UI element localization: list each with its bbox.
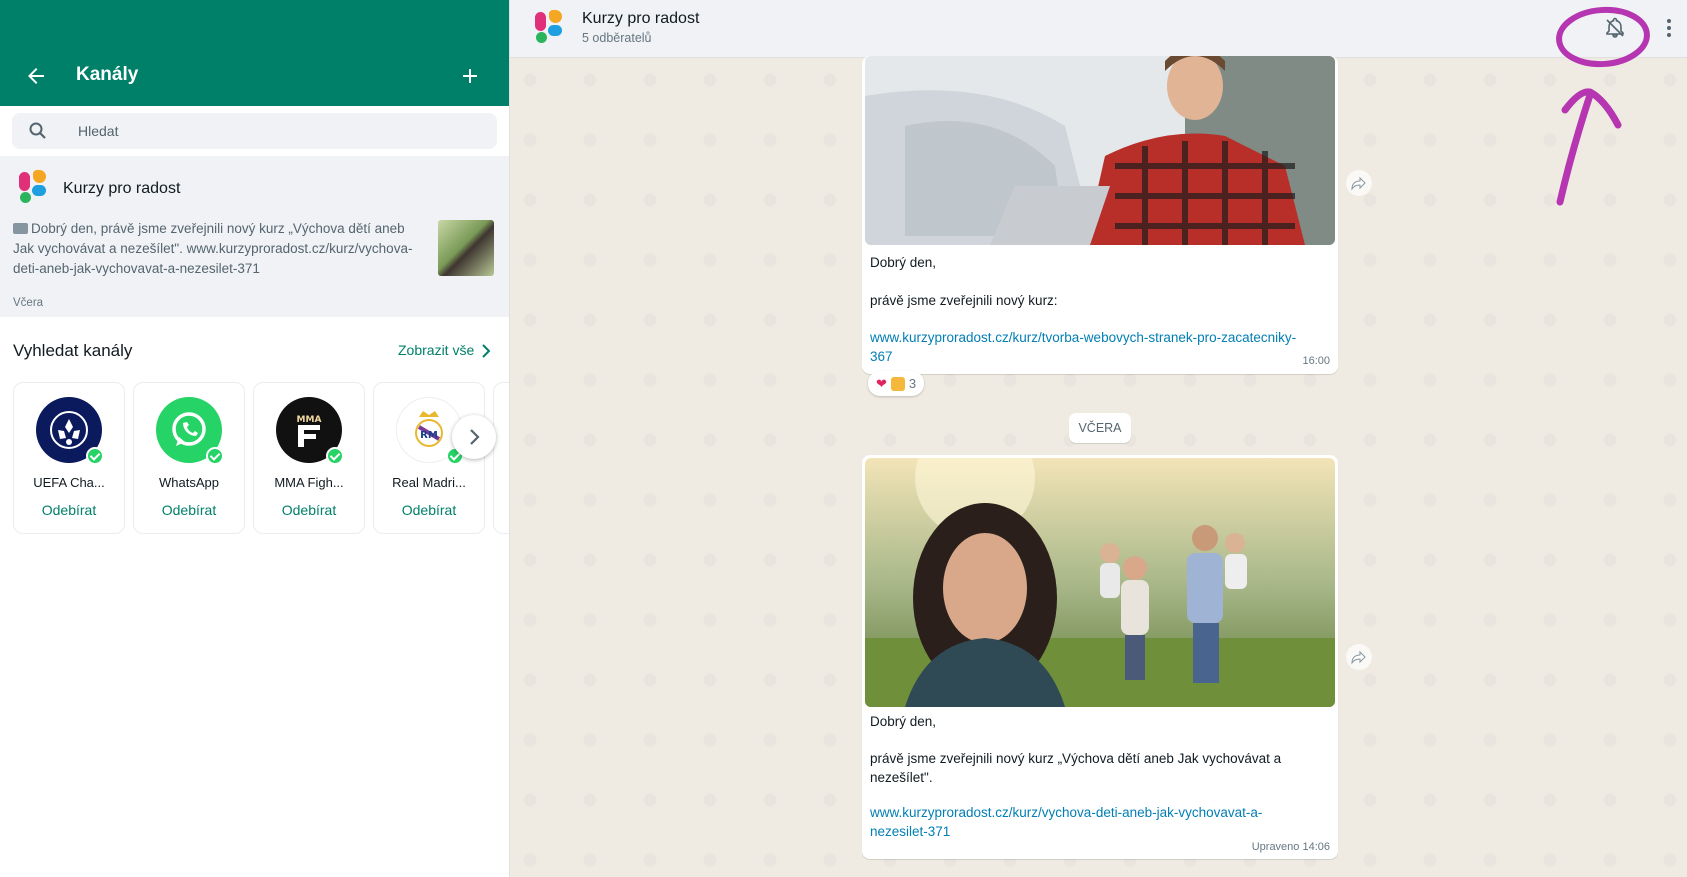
carousel-next-button[interactable] (452, 415, 496, 459)
card-name: Real Madri... (392, 475, 466, 490)
search-box[interactable] (12, 113, 497, 149)
forward-button[interactable] (1346, 170, 1372, 196)
message-text: právě jsme zveřejnili nový kurz: (870, 293, 1058, 308)
see-all-link[interactable]: Zobrazit vše (398, 342, 474, 358)
verified-badge-icon (206, 447, 224, 465)
link-line[interactable]: www.kurzyproradost.cz/kurz/tvorba-webovy… (870, 330, 1296, 345)
search-bar (0, 106, 509, 156)
card-name: MMA Figh... (274, 475, 344, 490)
message-photo[interactable] (865, 458, 1335, 707)
follow-button[interactable]: Odebírat (374, 502, 484, 518)
forward-icon (1351, 176, 1366, 191)
verified-badge-icon (326, 447, 344, 465)
forward-icon (1351, 650, 1366, 665)
thumbs-up-reaction-icon (890, 376, 905, 391)
bell-off-icon[interactable] (1603, 16, 1627, 40)
message-photo[interactable] (865, 56, 1335, 245)
message-link[interactable]: www.kurzyproradost.cz/kurz/vychova-deti-… (870, 803, 1330, 841)
channels-panel: Kanály Kurzy pro radost Dobrý den, právě… (0, 0, 510, 877)
chevron-right-icon[interactable] (481, 344, 491, 358)
link-line[interactable]: 367 (870, 349, 893, 364)
card-name: WhatsApp (159, 475, 219, 490)
follow-button[interactable]: Odebírat (134, 502, 244, 518)
channel-thumbnail (438, 220, 494, 276)
channel-logo-icon (16, 170, 50, 204)
follow-button[interactable]: Odebírat (254, 502, 364, 518)
chat-panel: Kurzy pro radost 5 odběratelů Dobrý den,… (510, 0, 1687, 877)
plus-icon[interactable] (458, 64, 482, 88)
chat-channel-name: Kurzy pro radost (582, 10, 700, 27)
link-line[interactable]: nezesilet-371 (870, 824, 950, 839)
reactions-bar[interactable]: ❤ 3 (868, 371, 925, 396)
message-text: právě jsme zveřejnili nový kurz „Výchova… (870, 749, 1330, 787)
channel-card-uefa[interactable]: UEFA Cha... Odebírat (13, 382, 125, 534)
card-name: UEFA Cha... (33, 475, 105, 490)
message-greeting: Dobrý den, (870, 714, 937, 729)
channel-list-item[interactable]: Kurzy pro radost Dobrý den, právě jsme z… (0, 156, 509, 317)
channel-avatar-icon[interactable] (532, 10, 566, 44)
subscriber-count: 5 odběratelů (582, 31, 652, 45)
message-link[interactable]: www.kurzyproradost.cz/kurz/tvorba-webovy… (870, 328, 1330, 366)
channel-message[interactable]: Dobrý den, právě jsme zveřejnili nový ku… (862, 56, 1338, 374)
svg-text:MMA: MMA (297, 415, 322, 425)
discover-channels: Vyhledat kanály Zobrazit vše UEFA Cha...… (0, 317, 509, 557)
link-line[interactable]: www.kurzyproradost.cz/kurz/vychova-deti-… (870, 805, 1262, 820)
search-icon (29, 122, 46, 139)
camera-icon (13, 223, 28, 234)
text-line: právě jsme zveřejnili nový kurz „Výchova… (870, 751, 1282, 766)
channel-card-whatsapp[interactable]: WhatsApp Odebírat (133, 382, 245, 534)
channel-name: Kurzy pro radost (63, 180, 181, 197)
channels-header: Kanály (0, 0, 509, 106)
channel-message[interactable]: Dobrý den, právě jsme zveřejnili nový ku… (862, 455, 1338, 859)
channel-card-partial[interactable] (493, 382, 509, 534)
channel-card-mma[interactable]: MMA MMA Figh... Odebírat (253, 382, 365, 534)
more-options-icon[interactable] (1657, 16, 1681, 40)
forward-button[interactable] (1346, 644, 1372, 670)
channel-preview-text: Dobrý den, právě jsme zveřejnili nový ku… (13, 221, 413, 276)
back-arrow-icon[interactable] (24, 64, 48, 88)
channel-preview: Dobrý den, právě jsme zveřejnili nový ku… (13, 219, 423, 279)
search-input[interactable] (78, 123, 458, 139)
message-time: Upraveno 14:06 (1251, 841, 1330, 853)
channel-date: Včera (13, 297, 44, 309)
date-divider: VČERA (1069, 413, 1131, 443)
heart-reaction-icon: ❤ (876, 375, 887, 391)
follow-button[interactable]: Odebírat (14, 502, 124, 518)
verified-badge-icon (86, 447, 104, 465)
reaction-count: 3 (908, 376, 917, 391)
text-line: nezešílet". (870, 770, 933, 785)
message-time: 16:00 (1302, 355, 1330, 367)
discover-heading: Vyhledat kanály (13, 341, 133, 360)
channels-title: Kanály (76, 64, 139, 85)
svg-text:RM: RM (420, 430, 438, 441)
chat-header[interactable]: Kurzy pro radost 5 odběratelů (510, 0, 1687, 58)
chevron-right-icon (470, 429, 480, 445)
message-greeting: Dobrý den, (870, 255, 937, 270)
